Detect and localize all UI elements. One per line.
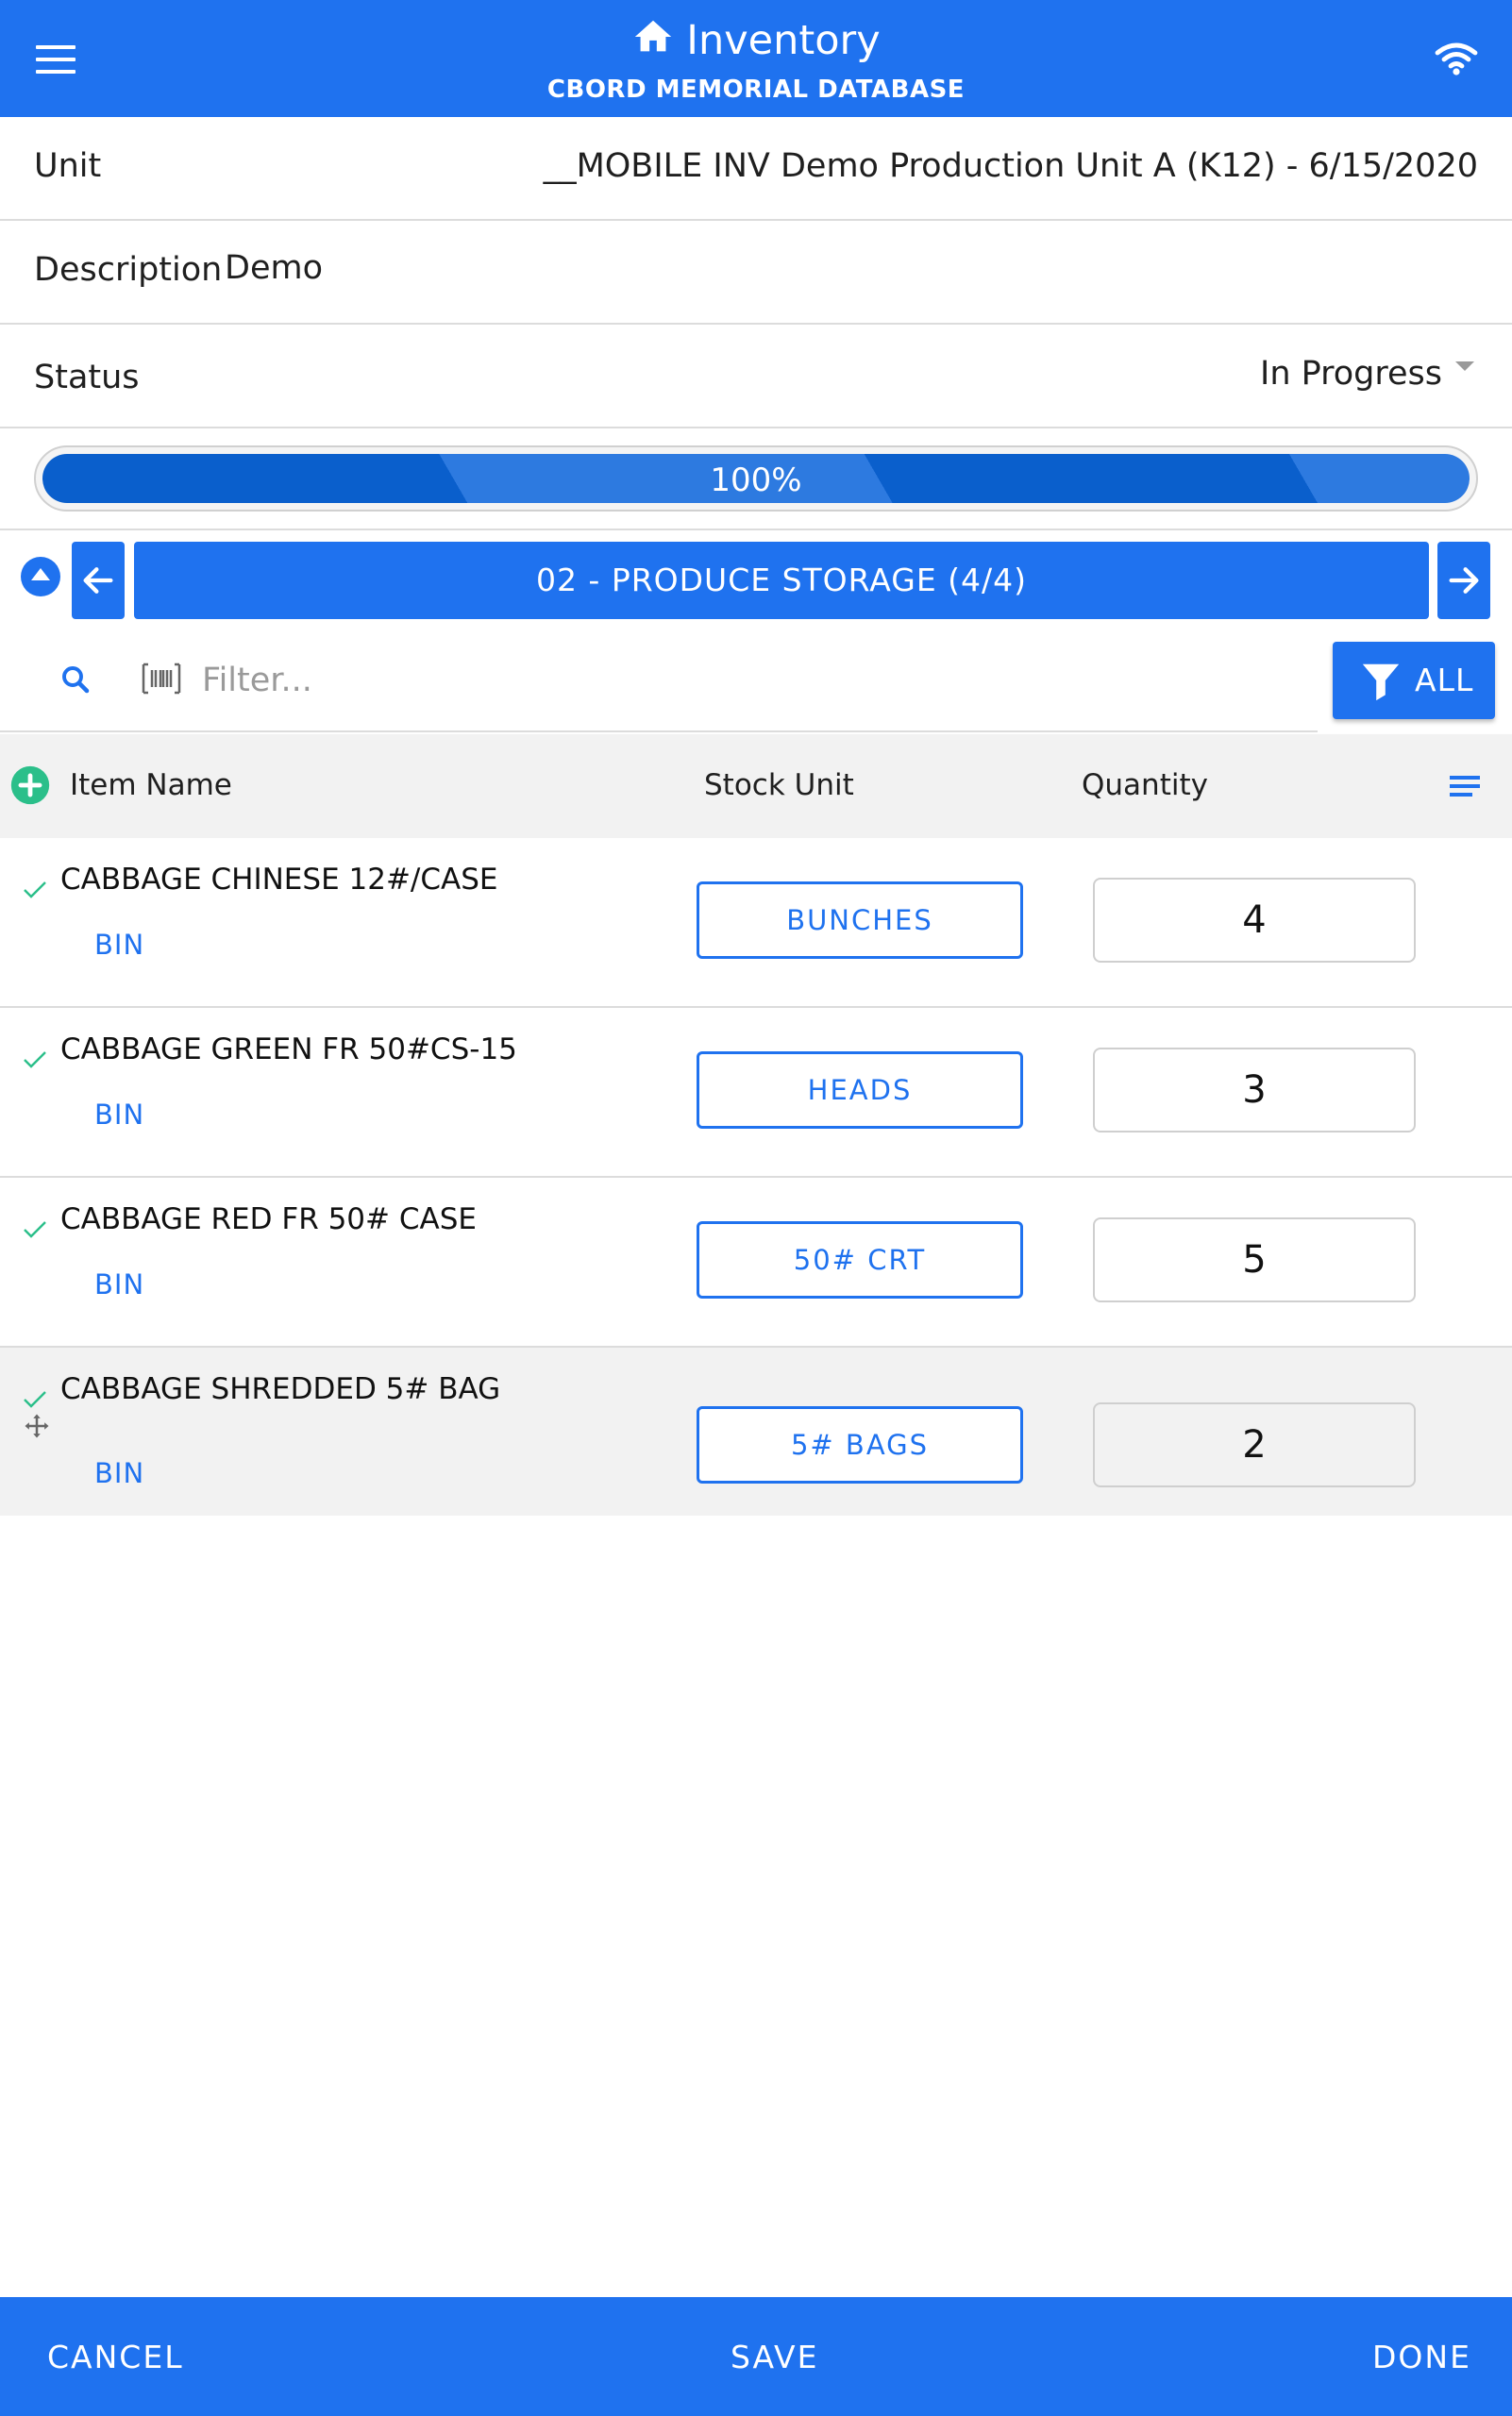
filter-input[interactable]: [202, 651, 1316, 710]
table-header: Item Name Stock Unit Quantity: [0, 734, 1512, 838]
status-label: Status: [34, 359, 140, 396]
item-name: CABBAGE RED FR 50# CASE: [60, 1202, 477, 1236]
quantity-input[interactable]: [1093, 1048, 1416, 1132]
quantity-input[interactable]: [1093, 878, 1416, 963]
check-icon: [24, 1391, 46, 1408]
wifi-icon[interactable]: [1433, 40, 1480, 77]
footer-bar: CANCEL SAVE DONE: [0, 2297, 1512, 2416]
status-row: Status In Progress: [0, 325, 1512, 428]
quantity-input[interactable]: [1093, 1402, 1416, 1487]
item-name: CABBAGE GREEN FR 50#CS-15: [60, 1032, 517, 1066]
quantity-input[interactable]: [1093, 1217, 1416, 1302]
funnel-icon: [1362, 663, 1400, 701]
stock-unit-button[interactable]: BUNCHES: [697, 881, 1023, 959]
bin-link[interactable]: BIN: [94, 929, 144, 961]
save-button[interactable]: SAVE: [731, 2339, 818, 2375]
item-name: CABBAGE CHINESE 12#/CASE: [60, 863, 498, 897]
divider: [0, 528, 1512, 530]
collapse-up-icon[interactable]: [21, 557, 60, 596]
search-icon[interactable]: [59, 663, 92, 696]
check-icon: [24, 1051, 46, 1068]
description-value: Demo: [225, 249, 323, 287]
column-header-quantity: Quantity: [1082, 768, 1208, 802]
stock-unit-button[interactable]: HEADS: [697, 1051, 1023, 1129]
caret-down-icon: [1455, 361, 1474, 371]
add-item-icon[interactable]: [9, 764, 51, 806]
next-storage-button[interactable]: [1437, 542, 1490, 619]
status-select[interactable]: In Progress: [1260, 355, 1474, 393]
check-icon: [24, 1221, 46, 1238]
status-value: In Progress: [1260, 355, 1442, 393]
column-header-stock-unit: Stock Unit: [704, 768, 854, 802]
home-icon: [635, 20, 672, 52]
previous-storage-button[interactable]: [72, 542, 125, 619]
storage-area-button[interactable]: 02 - PRODUCE STORAGE (4/4): [134, 542, 1429, 619]
cancel-button[interactable]: CANCEL: [47, 2339, 184, 2375]
table-row[interactable]: CABBAGE GREEN FR 50#CS-15 BIN HEADS: [0, 1008, 1512, 1178]
app-title: Inventory: [686, 17, 881, 64]
app-title-row: Inventory: [0, 13, 1512, 68]
unit-row: Unit __MOBILE INV Demo Production Unit A…: [0, 117, 1512, 221]
drag-handle-icon[interactable]: [23, 1412, 51, 1440]
filter-all-button[interactable]: ALL: [1333, 642, 1495, 719]
filter-all-label: ALL: [1415, 662, 1474, 698]
description-label: Description: [34, 251, 223, 289]
progress-track: 100%: [34, 445, 1478, 512]
column-header-item-name: Item Name: [70, 768, 232, 802]
done-button[interactable]: DONE: [1372, 2339, 1471, 2375]
progress-fill: 100%: [42, 454, 1470, 503]
item-name: CABBAGE SHREDDED 5# BAG: [60, 1372, 501, 1406]
check-icon: [24, 881, 46, 898]
app-header: Inventory CBORD MEMORIAL DATABASE: [0, 0, 1512, 117]
sort-icon[interactable]: [1450, 776, 1480, 802]
arrow-right-icon: [1449, 567, 1479, 594]
table-row-selected[interactable]: CABBAGE SHREDDED 5# BAG BIN 5# BAGS: [0, 1348, 1512, 1516]
filter-underline: [0, 730, 1318, 732]
description-row: Description Demo: [0, 221, 1512, 325]
progress-label: 100%: [710, 461, 802, 499]
bin-link[interactable]: BIN: [94, 1457, 144, 1489]
stock-unit-button[interactable]: 50# CRT: [697, 1221, 1023, 1299]
unit-label: Unit: [34, 147, 102, 185]
table-row[interactable]: CABBAGE RED FR 50# CASE BIN 50# CRT: [0, 1178, 1512, 1348]
barcode-icon[interactable]: [142, 663, 181, 695]
bin-link[interactable]: BIN: [94, 1099, 144, 1131]
arrow-left-icon: [83, 567, 113, 594]
bin-link[interactable]: BIN: [94, 1268, 144, 1300]
app-subtitle: CBORD MEMORIAL DATABASE: [546, 76, 966, 104]
table-row[interactable]: CABBAGE CHINESE 12#/CASE BIN BUNCHES: [0, 838, 1512, 1008]
stock-unit-button[interactable]: 5# BAGS: [697, 1406, 1023, 1484]
unit-value: __MOBILE INV Demo Production Unit A (K12…: [543, 147, 1478, 185]
